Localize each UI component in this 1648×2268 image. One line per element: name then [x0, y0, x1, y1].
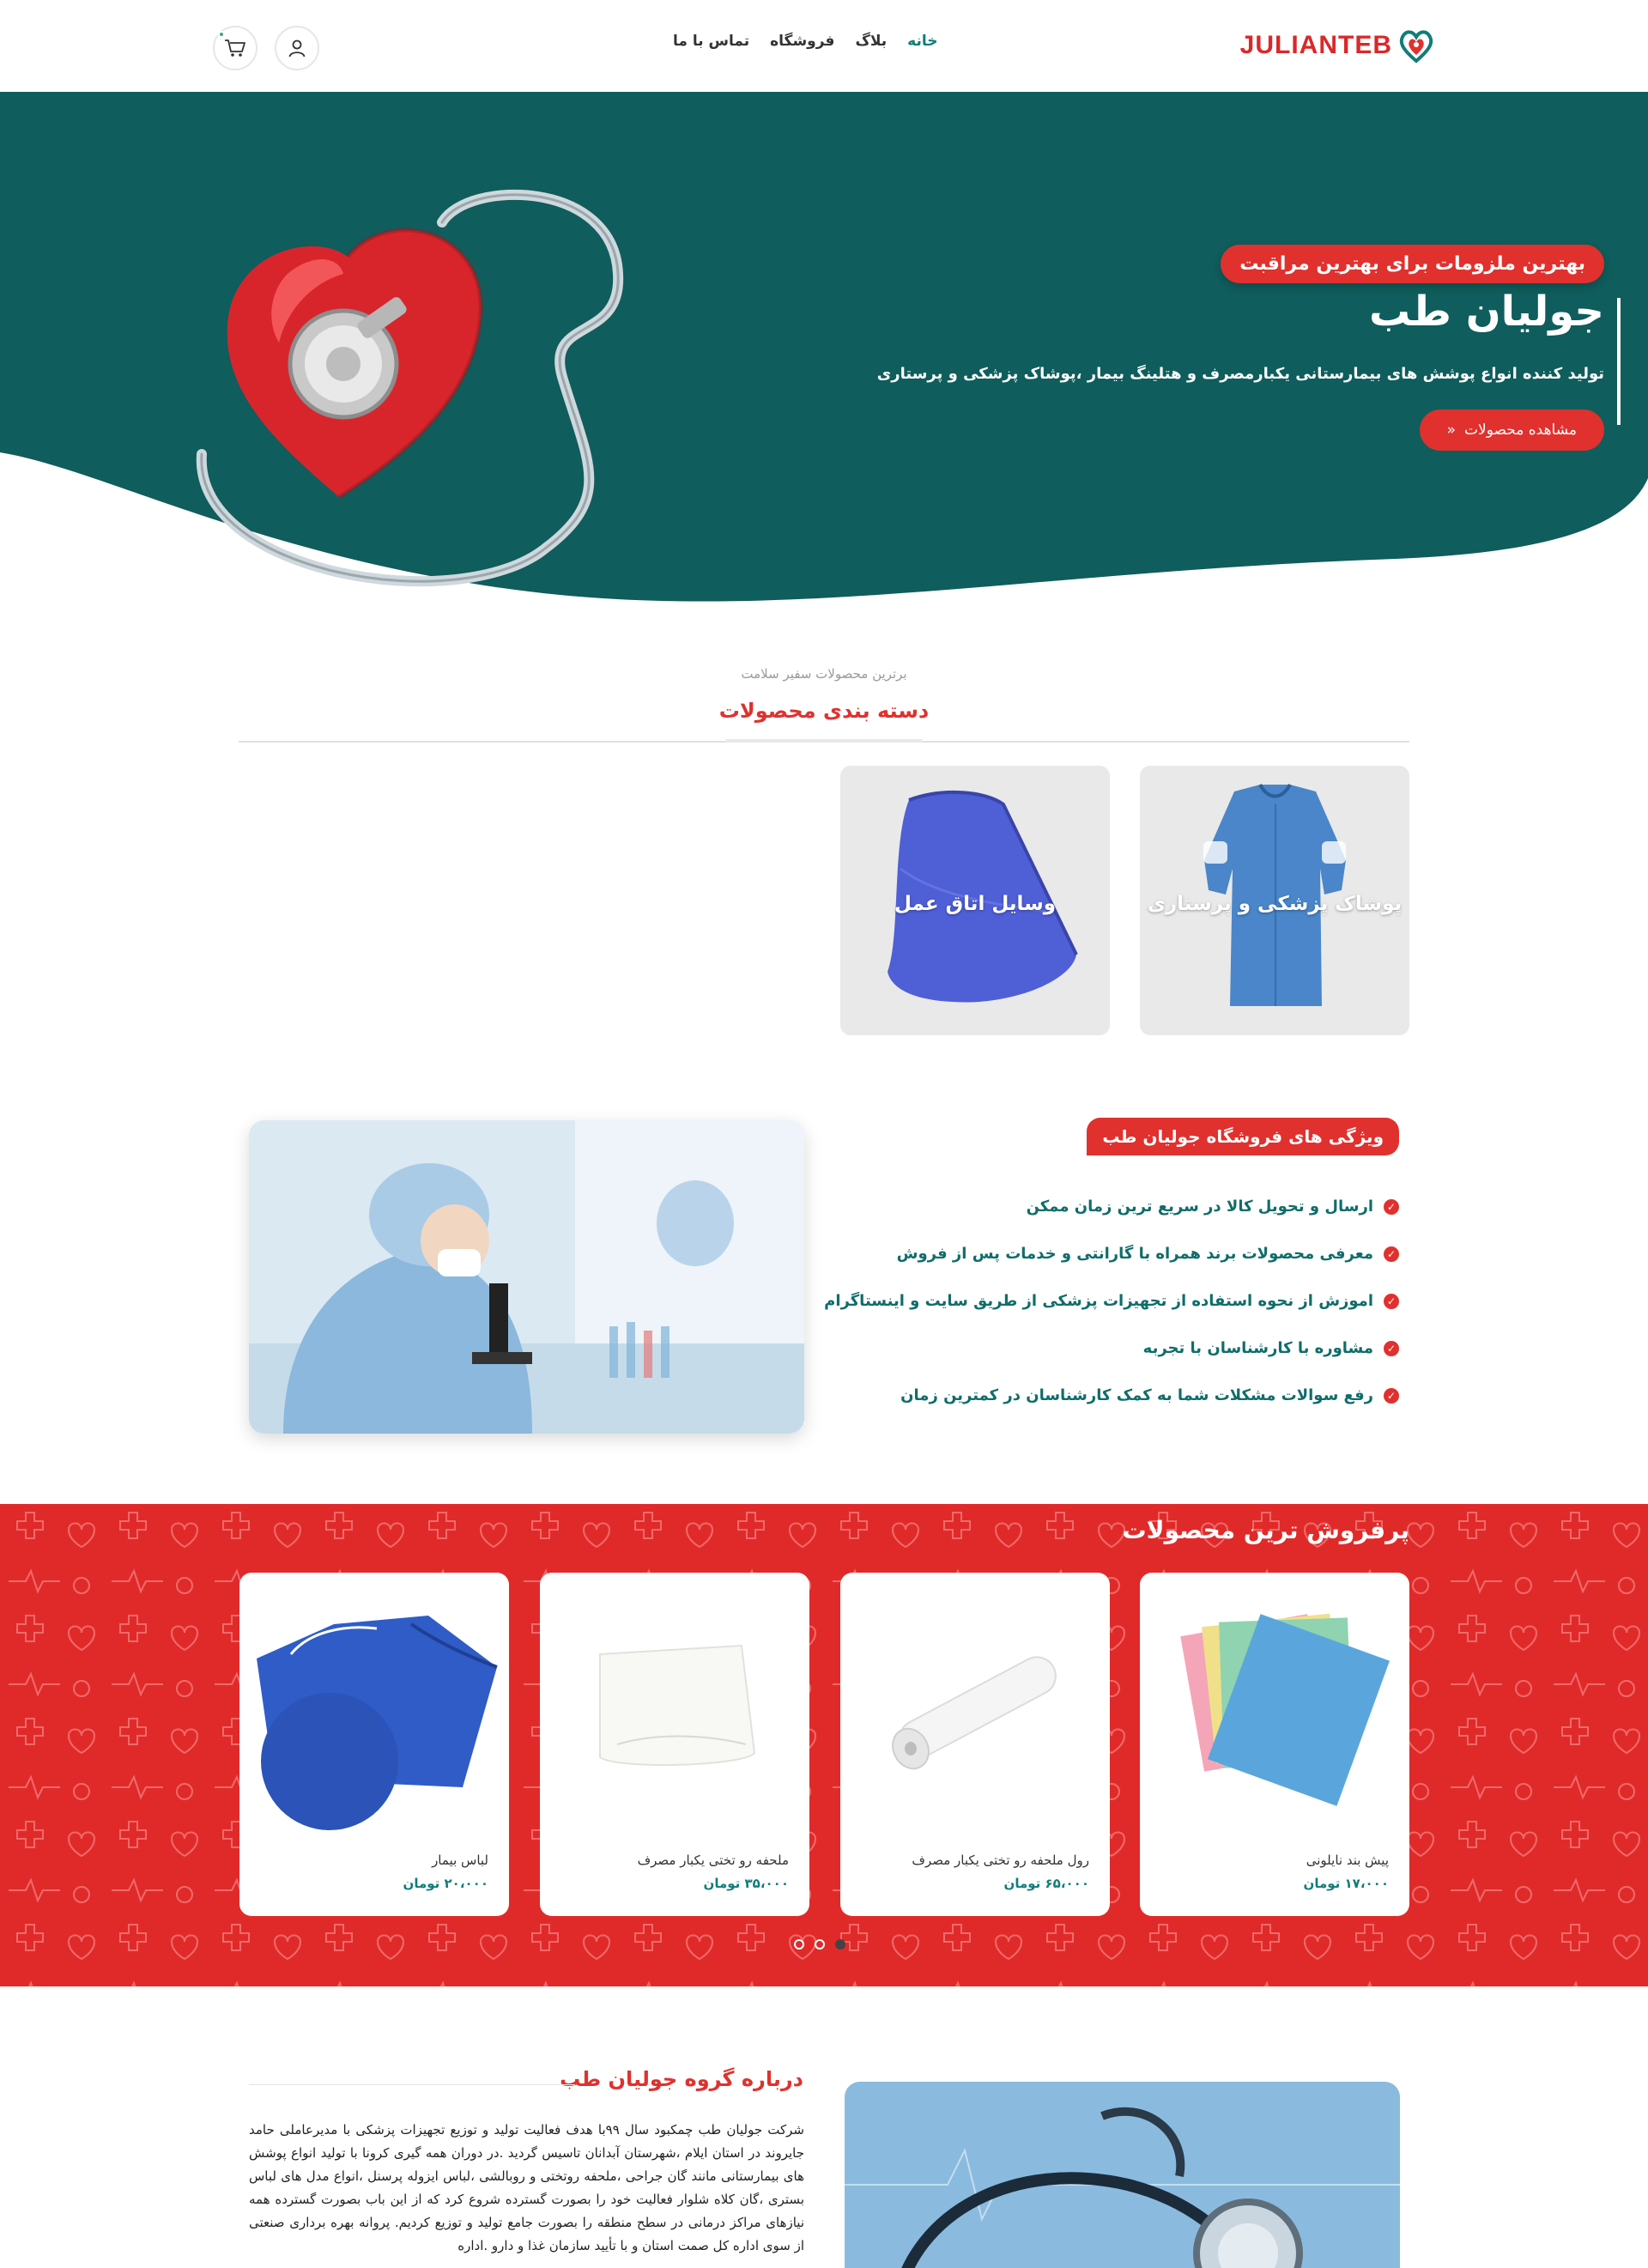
check-icon: ✓	[1384, 1198, 1399, 1215]
category-label: پوشاک پزشکی و پرستاری	[1147, 893, 1403, 915]
cart-indicator	[218, 31, 225, 38]
carousel-dot-active[interactable]	[835, 1939, 845, 1950]
product-name[interactable]: رول ملحفه رو تختی یکبار مصرف	[912, 1853, 1089, 1868]
about-text: شرکت جولیان طب چمکبود سال ۹۹با هدف فعالی…	[249, 2122, 804, 2253]
product-image-nylon-apron	[1180, 1613, 1390, 1806]
features-title: ویژگی های فروشگاه جولیان طب	[1087, 1118, 1399, 1155]
categories-kicker: برترین محصولات سفیر سلامت	[741, 666, 907, 682]
features-list: ✓ ارسال و تحویل کالا در سریع ترین زمان مم…	[824, 1183, 1399, 1419]
feature-item: ✓ اموزش از نحوه استفاده از تجهیزات پزشکی …	[824, 1277, 1399, 1325]
feature-item: ✓ مشاوره با کارشناسان با تجربه	[824, 1325, 1399, 1372]
carousel-dot[interactable]	[815, 1939, 825, 1950]
nav-home[interactable]: خانه	[907, 33, 937, 50]
nav-blog[interactable]: بلاگ	[855, 33, 887, 50]
hero-accent-line	[1617, 298, 1621, 425]
check-icon: ✓	[1384, 1293, 1399, 1309]
stethoscope-image	[845, 2082, 1400, 2268]
product-image-disposable-sheet	[599, 1644, 756, 1767]
category-card-operating-room[interactable]: وسایل اتاق عمل	[840, 766, 1110, 1035]
product-image-patient-gown	[257, 1616, 498, 1830]
product-price: ۱۷،۰۰۰ تومان	[1303, 1876, 1389, 1891]
carousel-dots	[794, 1939, 845, 1950]
product-card[interactable]: پیش بند نایلونی ۱۷،۰۰۰ تومان	[1140, 1573, 1409, 1916]
user-icon	[288, 39, 306, 58]
nav-shop[interactable]: فروشگاه	[770, 33, 834, 50]
product-price: ۲۰،۰۰۰ تومان	[403, 1876, 488, 1891]
cart-button[interactable]	[213, 26, 258, 70]
double-chevron-left-icon: «	[1446, 421, 1457, 439]
heart-pin-icon	[1399, 30, 1433, 64]
hero-badge: بهترین ملزومات برای بهترین مراقبت	[1221, 245, 1604, 283]
categories-title: دسته بندی محصولات	[718, 699, 930, 723]
product-name[interactable]: لباس بیمار	[432, 1853, 488, 1868]
category-label: وسایل اتاق عمل	[894, 893, 1057, 915]
feature-item: ✓ ارسال و تحویل کالا در سریع ترین زمان مم…	[824, 1183, 1399, 1230]
cart-icon	[225, 39, 245, 57]
product-name[interactable]: پیش بند نایلونی	[1306, 1853, 1389, 1868]
feature-item: ✓ رفع سوالات مشکلات شما به کمک کارشناسان …	[824, 1372, 1399, 1419]
check-icon: ✓	[1384, 1387, 1399, 1404]
site-header: JULIANTEB خانه بلاگ فروشگاه تماس با ما	[0, 0, 1648, 92]
feature-item: ✓ معرفی محصولات برند همراه با گارانتی و خ…	[824, 1230, 1399, 1277]
lab-scientist-image	[249, 1120, 804, 1434]
heart-stethoscope-image	[185, 171, 631, 600]
view-products-button[interactable]: مشاهده محصولات «	[1419, 409, 1604, 451]
product-card[interactable]: رول ملحفه رو تختی یکبار مصرف ۶۵،۰۰۰ توما…	[840, 1573, 1110, 1916]
carousel-dot[interactable]	[794, 1939, 804, 1950]
hero-title: جولیان طب	[1368, 288, 1604, 336]
view-products-label: مشاهده محصولات	[1464, 421, 1577, 439]
category-card-medical-clothing[interactable]: پوشاک پزشکی و پرستاری	[1140, 766, 1409, 1035]
product-card[interactable]: ملحفه رو تختی یکبار مصرف ۳۵،۰۰۰ تومان	[540, 1573, 809, 1916]
bestsellers-section: پرفروش ترین محصولات پیش بند نایلونی ۱۷،۰…	[0, 1504, 1648, 1986]
main-nav: خانه بلاگ فروشگاه تماس با ما	[673, 33, 937, 50]
product-image-sheet-roll	[892, 1656, 1057, 1770]
section-divider-accent	[726, 739, 922, 743]
product-card[interactable]: لباس بیمار ۲۰،۰۰۰ تومان	[239, 1573, 509, 1916]
bestsellers-title: پرفروش ترین محصولات	[1122, 1516, 1409, 1544]
nav-contact[interactable]: تماس با ما	[673, 33, 749, 50]
account-button[interactable]	[275, 26, 319, 70]
hero-subtitle: تولید کننده انواع پوشش های بیمارستانی یک…	[876, 365, 1604, 383]
about-title: درباره گروه جولیان طب	[560, 2067, 803, 2091]
product-name[interactable]: ملحفه رو تختی یکبار مصرف	[638, 1853, 789, 1868]
logo-text: JULIANTEB	[1239, 31, 1392, 59]
site-logo[interactable]: JULIANTEB	[1240, 26, 1435, 65]
product-price: ۶۵،۰۰۰ تومان	[1003, 1876, 1089, 1891]
product-price: ۳۵،۰۰۰ تومان	[703, 1876, 789, 1891]
hero-banner: بهترین ملزومات برای بهترین مراقبت جولیان…	[0, 92, 1648, 607]
about-divider	[249, 2084, 575, 2085]
check-icon: ✓	[1384, 1340, 1399, 1356]
check-icon: ✓	[1384, 1246, 1399, 1262]
